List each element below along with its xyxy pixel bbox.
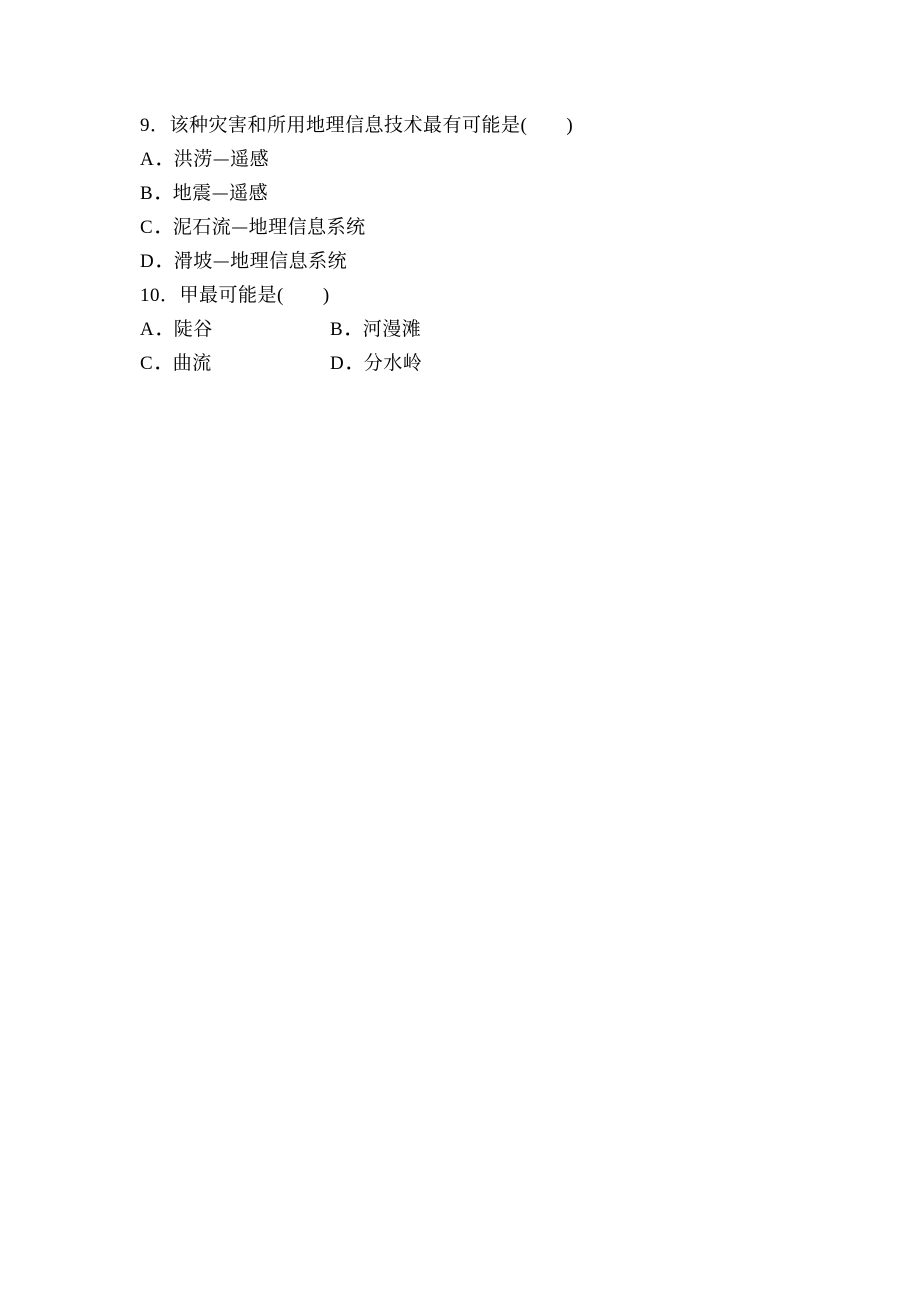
q10-stem-line: 10．甲最可能是( ) <box>140 278 802 312</box>
q9-optC-letter: C． <box>140 217 173 238</box>
q9-stem-line: 9．该种灾害和所用地理信息技术最有可能是( ) <box>140 108 802 142</box>
exam-page: 9．该种灾害和所用地理信息技术最有可能是( ) A．洪涝—遥感 B．地震—遥感 … <box>0 0 920 380</box>
q9-option-a[interactable]: A．洪涝—遥感 <box>140 142 802 176</box>
q9-optA-letter: A． <box>140 149 174 170</box>
q9-stem-text: 该种灾害和所用地理信息技术最有可能是 <box>170 110 521 137</box>
q9-option-d[interactable]: D．滑坡—地理信息系统 <box>140 244 802 278</box>
q10-option-c[interactable]: C．曲流 <box>140 346 330 380</box>
q10-option-b[interactable]: B．河漫滩 <box>330 312 421 346</box>
q9-option-b[interactable]: B．地震—遥感 <box>140 176 802 210</box>
q10-optC-letter: C． <box>140 353 173 374</box>
q10-stem-text: 甲最可能是 <box>180 280 278 307</box>
q10-optB-text: 河漫滩 <box>363 314 422 341</box>
q10-row-ab: A．陡谷 B．河漫滩 <box>140 312 802 346</box>
q9-option-c[interactable]: C．泥石流—地理信息系统 <box>140 210 802 244</box>
q10-option-d[interactable]: D．分水岭 <box>330 346 422 380</box>
q10-optB-letter: B． <box>330 319 363 340</box>
q10-optD-letter: D． <box>330 353 364 374</box>
q9-optB-text: 地震—遥感 <box>173 178 268 205</box>
q10-optA-letter: A． <box>140 319 174 340</box>
q9-optD-text: 滑坡—地理信息系统 <box>174 246 347 273</box>
q10-option-a[interactable]: A．陡谷 <box>140 312 330 346</box>
q10-row-cd: C．曲流 D．分水岭 <box>140 346 802 380</box>
q9-optD-letter: D． <box>140 251 174 272</box>
q10-optD-text: 分水岭 <box>364 348 423 375</box>
q9-optA-text: 洪涝—遥感 <box>174 144 269 171</box>
q9-optB-letter: B． <box>140 183 173 204</box>
q10-number: 10 <box>140 285 160 306</box>
q9-optC-text: 泥石流—地理信息系统 <box>173 212 366 239</box>
q10-optA-text: 陡谷 <box>174 314 213 341</box>
q10-optC-text: 曲流 <box>173 348 212 375</box>
q9-number: 9 <box>140 115 150 136</box>
